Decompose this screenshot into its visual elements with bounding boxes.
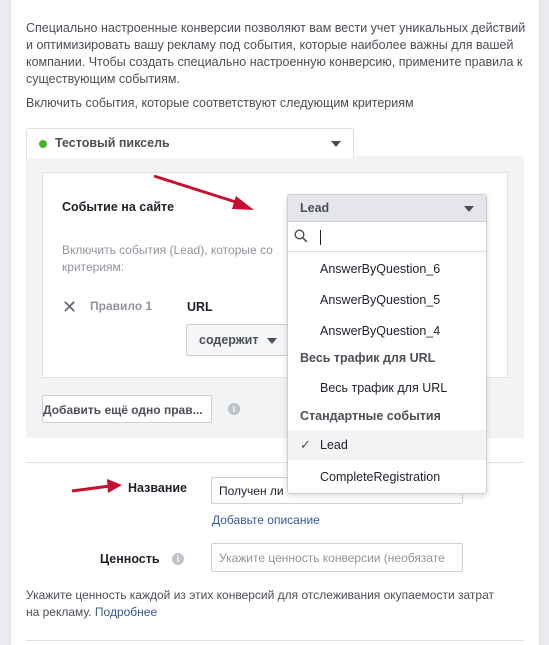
learn-more-link[interactable]: Подробнее: [95, 605, 157, 619]
dropdown-item-lead[interactable]: ✓ Lead: [288, 430, 486, 460]
text-cursor: [320, 230, 321, 245]
name-value: Получен ли: [219, 484, 284, 498]
section-header-url: Весь трафик для URL: [300, 351, 436, 365]
rule-field-label: URL: [187, 300, 213, 314]
dropdown-item[interactable]: AnswerByQuestion_4: [288, 316, 486, 346]
section-header-standard: Стандартные события: [300, 409, 441, 423]
dropdown-item[interactable]: AnswerByQuestion_5: [288, 285, 486, 315]
divider: [26, 640, 524, 641]
event-selected-label: Lead: [300, 201, 330, 215]
event-select[interactable]: Lead: [288, 195, 486, 222]
value-label: Ценность: [100, 552, 160, 566]
event-search-input[interactable]: [288, 222, 486, 252]
add-rule-label: Добавить ещё одно прав...: [43, 403, 203, 417]
operator-label: содержит: [199, 333, 259, 347]
dropdown-item[interactable]: CompleteRegistration: [288, 462, 486, 492]
name-label: Название: [128, 481, 188, 495]
pixel-name: Тестовый пиксель: [55, 136, 170, 150]
value-placeholder: Укажите ценность конверсии (необязате: [219, 551, 445, 565]
check-icon: ✓: [300, 437, 311, 452]
info-icon[interactable]: i: [172, 553, 184, 565]
dropdown-item[interactable]: Весь трафик для URL: [288, 373, 486, 403]
dropdown-item[interactable]: AnswerByQuestion_6: [288, 254, 486, 284]
criteria-text: Включить события, которые соответствуют …: [26, 96, 414, 110]
caret-down-icon: [331, 141, 341, 147]
pixel-selector[interactable]: Тестовый пиксель: [26, 128, 354, 158]
remove-rule-icon[interactable]: ✕: [62, 298, 77, 316]
footnote: Укажите ценность каждой из этих конверси…: [26, 587, 496, 621]
rule-label: Правило 1: [90, 299, 153, 313]
caret-down-icon: [464, 206, 474, 212]
add-description-link[interactable]: Добавьте описание: [212, 513, 320, 527]
intro-text: Специально настроенные конверсии позволя…: [26, 21, 526, 86]
status-dot-icon: [39, 140, 47, 148]
red-arrow-icon: [153, 174, 254, 210]
event-dropdown: Lead AnswerByQuestion_6 AnswerByQuestion…: [287, 194, 487, 494]
value-input[interactable]: Укажите ценность конверсии (необязате: [211, 543, 463, 572]
search-icon: [294, 229, 308, 243]
info-icon[interactable]: i: [228, 403, 240, 415]
include-text: Включить события (Lead), которые со крит…: [62, 243, 273, 274]
operator-select[interactable]: содержит: [186, 324, 290, 356]
red-arrow-icon: [71, 479, 122, 493]
caret-down-icon: [267, 338, 277, 344]
add-rule-button[interactable]: Добавить ещё одно прав...: [42, 395, 212, 423]
